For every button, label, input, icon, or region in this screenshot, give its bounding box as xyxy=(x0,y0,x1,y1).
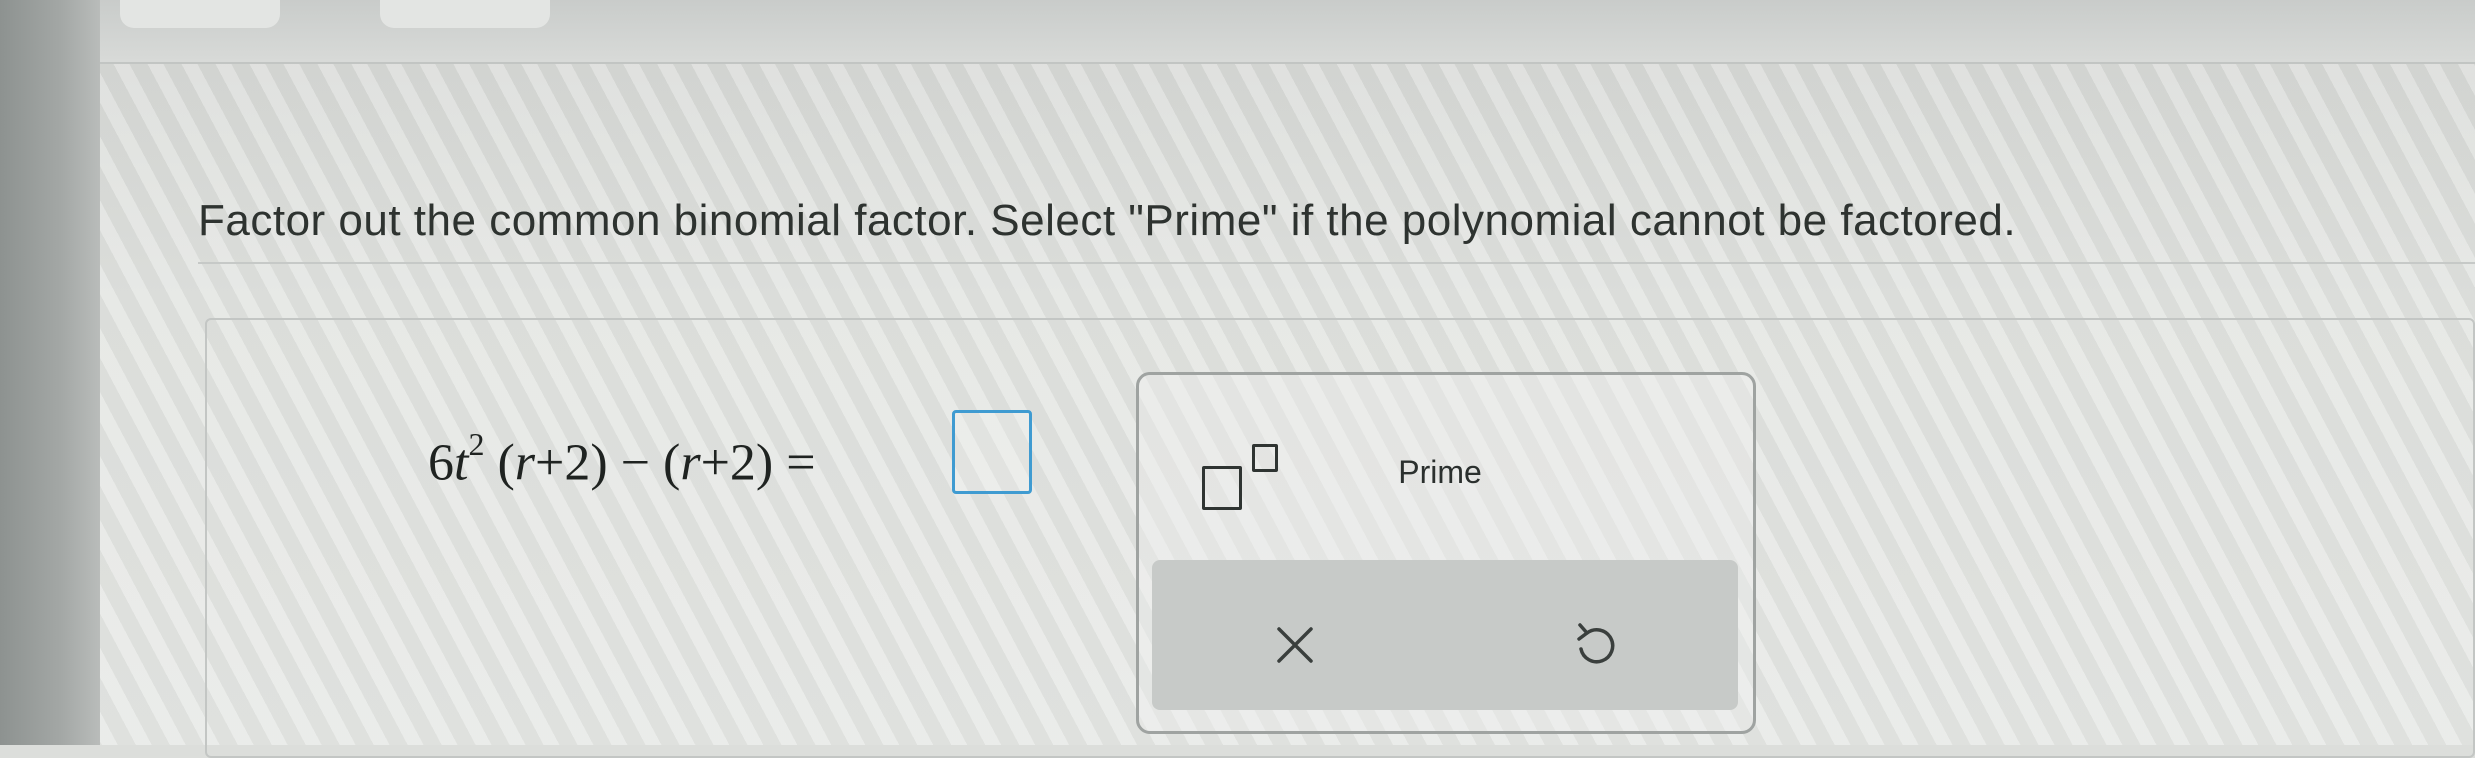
clear-button[interactable] xyxy=(1240,600,1350,690)
equation-r: r xyxy=(680,434,701,492)
equation-minus: − ( xyxy=(607,434,681,492)
undo-icon xyxy=(1577,623,1615,664)
exponent-power-box xyxy=(1252,444,1278,472)
equation-plus-two: +2) xyxy=(535,434,608,492)
undo-button[interactable] xyxy=(1540,600,1650,690)
equation-r: r xyxy=(514,434,536,492)
divider xyxy=(198,262,2475,264)
screen: Factor out the common binomial factor. S… xyxy=(0,0,2475,758)
equation-plus-two: +2) xyxy=(700,434,774,492)
top-tab[interactable] xyxy=(120,0,280,28)
monitor-bezel xyxy=(0,0,100,745)
answer-input[interactable] xyxy=(952,410,1032,494)
question-text: Factor out the common binomial factor. S… xyxy=(198,196,2017,245)
close-icon xyxy=(1277,627,1313,663)
equation-variable: t xyxy=(454,434,469,492)
exponent-button[interactable] xyxy=(1190,436,1300,526)
top-tab[interactable] xyxy=(380,0,550,28)
exponent-base-box xyxy=(1202,466,1242,510)
equation-coefficient: 6 xyxy=(428,434,454,492)
equation-equals: = xyxy=(773,434,816,492)
equation-exponent: 2 xyxy=(468,426,485,462)
prime-button[interactable]: Prime xyxy=(1380,446,1500,498)
equation: 6t2 (r+2) − (r+2) = xyxy=(428,426,816,492)
top-bar xyxy=(100,0,2475,64)
equation-open-paren: ( xyxy=(497,434,515,492)
